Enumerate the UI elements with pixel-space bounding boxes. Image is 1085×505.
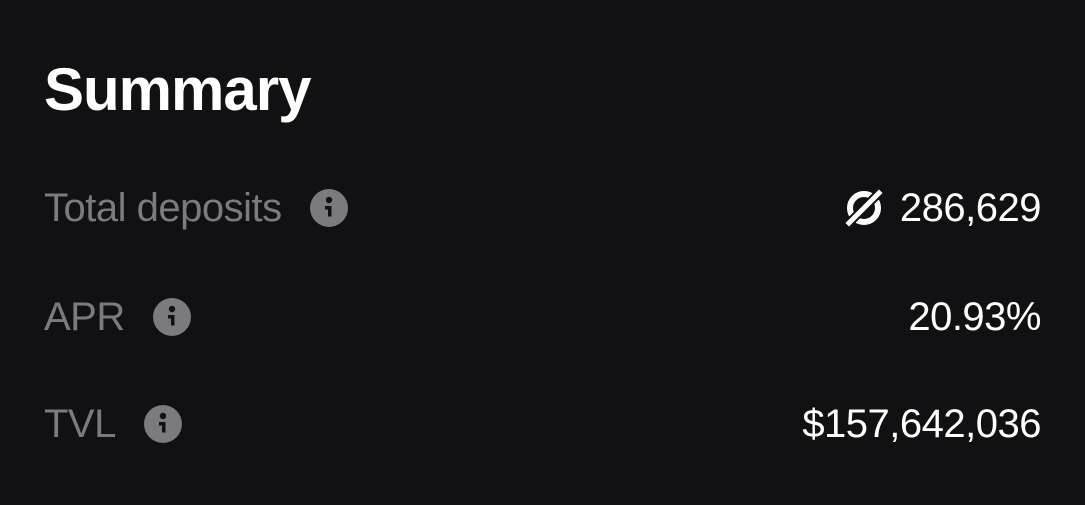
label-group: APR [44, 287, 191, 347]
value-group: $157,642,036 [802, 394, 1041, 454]
value-group: 286,629 [842, 178, 1042, 238]
label-group: TVL [44, 394, 182, 454]
summary-row-apr: APR 20.93% [44, 287, 1041, 347]
info-icon[interactable] [309, 189, 348, 227]
tvl-value: $157,642,036 [802, 402, 1041, 446]
total-deposits-value: 286,629 [899, 186, 1042, 230]
info-icon[interactable] [143, 405, 182, 443]
tvl-label: TVL [44, 402, 116, 446]
apr-value: 20.93% [908, 295, 1041, 339]
apr-label: APR [44, 295, 125, 339]
info-icon[interactable] [152, 298, 191, 336]
summary-row-tvl: TVL $157,642,036 [44, 394, 1041, 454]
value-group: 20.93% [908, 287, 1041, 347]
total-deposits-label: Total deposits [44, 186, 282, 230]
label-group: Total deposits [44, 178, 348, 238]
summary-panel: Summary Total deposits 286,629 APR 20.93… [0, 0, 1085, 505]
summary-title: Summary [44, 56, 311, 123]
summary-row-total-deposits: Total deposits 286,629 [44, 178, 1042, 238]
token-icon [842, 186, 886, 230]
